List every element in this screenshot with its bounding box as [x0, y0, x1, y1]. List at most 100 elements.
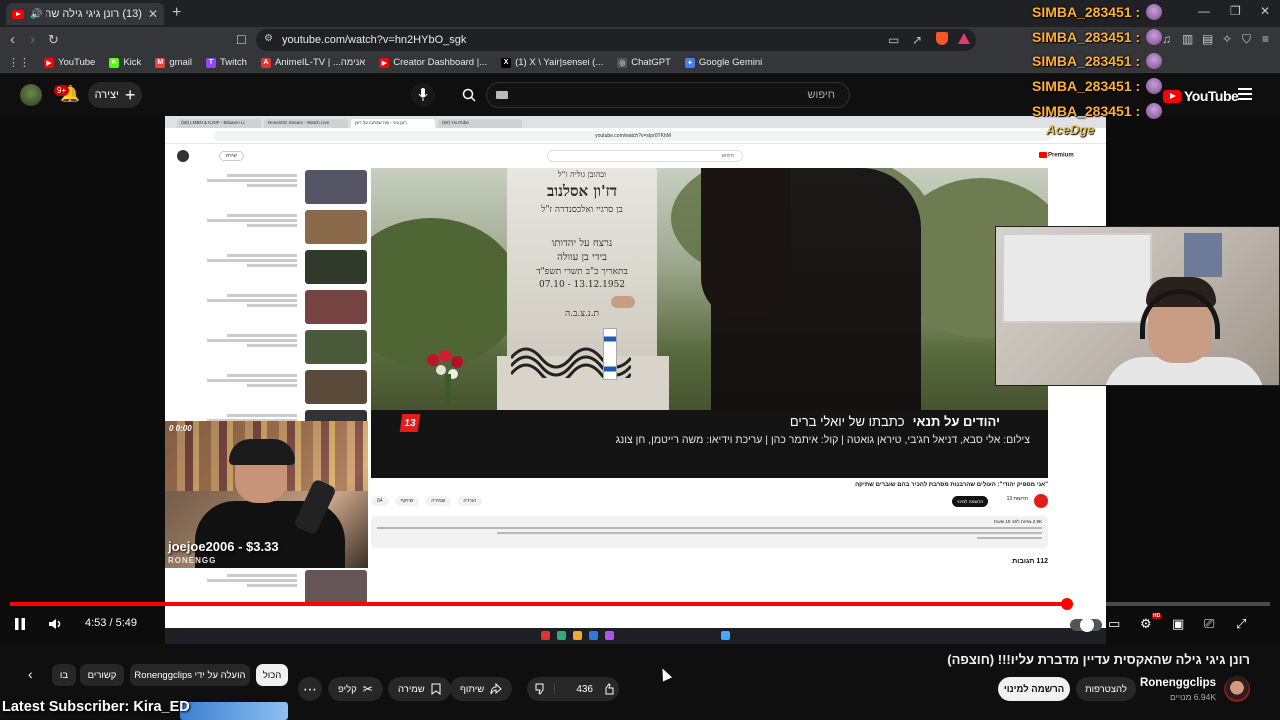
bookmark-item[interactable]: ◎ ChatGPT: [617, 57, 671, 68]
filter-chip[interactable]: קשורים: [80, 664, 124, 686]
captured-recommendation-text: [187, 292, 297, 307]
subtitles-icon[interactable]: ▭: [1108, 616, 1120, 632]
captured-tab: (99) YouTube: [438, 119, 522, 128]
bookmark-label: YouTube: [58, 57, 96, 68]
channel-avatar[interactable]: [1224, 676, 1250, 702]
search-button[interactable]: [455, 82, 483, 108]
fullscreen-icon[interactable]: ⤢: [1236, 616, 1246, 632]
captured-video: ובהובן גוליה ז"ל דז'ון אסלנוב בן סרגיי ואל…: [371, 168, 1048, 478]
time-display: 4:53 / 5:49: [85, 617, 137, 629]
filter-chip[interactable]: הועלה על ידי Ronenggclips: [130, 664, 250, 686]
captured-video-meta: "אני מספיק יהודי": העולים שהרבנות מסרבת …: [371, 482, 1048, 565]
captured-recommendation-text: [187, 372, 297, 387]
settings-gear-icon[interactable]: ⚙: [1140, 616, 1152, 632]
captured-recommendation: [175, 328, 367, 368]
captured-thumbnail: [305, 290, 367, 324]
brave-rewards-icon[interactable]: [958, 33, 970, 44]
filter-chip[interactable]: בו: [52, 664, 76, 686]
brave-shields-icon[interactable]: [936, 32, 948, 45]
captured-youtube-icon: [1039, 152, 1047, 158]
address-bar[interactable]: ⚙ youtube.com/watch?v=hn2HYbO_sgk ▭ ↗: [256, 29, 976, 51]
share-page-icon[interactable]: ↗: [912, 33, 922, 47]
mourner-hair: [701, 168, 791, 318]
bookmark-item[interactable]: ▶ YouTube: [44, 57, 95, 68]
tombstone-inscription: דז'ון אסלנוב: [547, 182, 617, 200]
chat-username: SIMBA_283451 :: [1032, 28, 1141, 45]
bookmark-label: Google Gemini: [698, 57, 763, 68]
subscribe-button[interactable]: הרשמה למינוי: [998, 677, 1070, 701]
autoplay-toggle[interactable]: [1070, 618, 1102, 632]
bookmark-item[interactable]: ✦ Google Gemini: [684, 57, 763, 68]
account-avatar[interactable]: [20, 84, 42, 106]
filter-chip[interactable]: הכול: [256, 664, 288, 686]
save-label: שמירה: [398, 683, 425, 695]
bookmark-item[interactable]: T Twitch: [206, 57, 247, 68]
progress-scrubber[interactable]: [1061, 598, 1073, 610]
bookmark-item[interactable]: A AnimeIL-TV | ...אנימה: [260, 57, 365, 68]
volume-icon: [49, 619, 61, 629]
captured-recommendation-text: [187, 572, 297, 587]
create-button[interactable]: יצירה +: [88, 82, 142, 108]
israel-flag: [603, 328, 617, 380]
tab-close-icon[interactable]: ✕: [148, 7, 158, 21]
speaker-icon[interactable]: 🔊: [30, 9, 42, 20]
donation-alert: joejoe2006 - $3.33: [168, 539, 279, 554]
chips-scroll-left-icon[interactable]: ‹: [28, 666, 33, 682]
chat-message: SIMBA_283451 :: [1032, 25, 1280, 50]
bookmark-item[interactable]: X (1) X \ Yair|sensei (...: [501, 57, 603, 68]
captured-recommendation: [175, 208, 367, 248]
join-button[interactable]: להצטרפות: [1076, 677, 1136, 701]
forward-icon[interactable]: ›: [30, 31, 35, 49]
thumbs-up-icon: [605, 683, 614, 695]
apps-grid-icon[interactable]: ⋮⋮: [8, 56, 30, 69]
chat-message: SIMBA_283451 :: [1032, 49, 1280, 74]
pause-button[interactable]: [14, 614, 26, 634]
reload-icon[interactable]: ↻: [48, 31, 59, 49]
captured-video-title: "אני מספיק יהודי": העולים שהרבנות מסרבת …: [855, 482, 1048, 488]
bookmark-item[interactable]: Mgmail: [155, 57, 192, 68]
bookmark-icon[interactable]: ☐: [236, 31, 247, 49]
clip-button[interactable]: ✂ קליפ: [328, 677, 383, 701]
tombstone: ובהובן גוליה ז"ל דז'ון אסלנוב בן סרגיי ואל…: [507, 168, 657, 358]
new-tab-icon[interactable]: +: [172, 4, 181, 22]
taskbar-app-icon: [589, 631, 598, 640]
overlay-tag: AceDge: [1046, 122, 1095, 137]
related-video-thumbnail[interactable]: [180, 702, 288, 720]
tombstone-inscription: בידי בן עוולה: [557, 252, 607, 263]
captured-search: חיפוש: [547, 150, 743, 162]
bookmark-label: ChatGPT: [631, 57, 671, 68]
dislike-button[interactable]: [527, 683, 555, 695]
site-settings-icon[interactable]: ⚙: [264, 33, 273, 44]
voice-search-button[interactable]: [411, 83, 435, 107]
back-icon[interactable]: ‹: [10, 31, 15, 49]
tombstone-inscription: נרצח על יהדותו: [551, 238, 613, 249]
bookmark-label: Kick: [123, 57, 142, 68]
taskbar-app-icon: [573, 631, 582, 640]
save-button[interactable]: שמירה: [388, 677, 451, 701]
theater-mode-icon[interactable]: ▣: [1172, 616, 1184, 632]
like-button[interactable]: [597, 683, 619, 695]
share-button[interactable]: שיתוף: [450, 677, 513, 701]
install-app-icon[interactable]: ▭: [888, 33, 899, 47]
more-actions-button[interactable]: ⋯: [298, 677, 322, 701]
captured-tab-strip: (99) LMBN & KJNF - Bilaaem Li Ronen0G Str…: [165, 116, 1106, 128]
cast-icon[interactable]: ⎚: [1204, 616, 1214, 632]
captured-recommendation: [175, 248, 367, 288]
bookmark-item[interactable]: K Kick: [109, 57, 141, 68]
bookmark-favicon-icon: ▶: [379, 57, 390, 68]
channel-name[interactable]: Ronenggclips: [1140, 677, 1216, 689]
captured-subscribe-button: הרשמה למינוי: [952, 496, 988, 507]
browser-tab-active[interactable]: 🔊 (13) רונן גיגי גילה שהאקסית ע ✕: [6, 3, 164, 25]
bookmark-favicon-icon: ▶: [44, 57, 54, 68]
thumbs-down-icon: [535, 683, 543, 695]
clip-label: קליפ: [338, 683, 357, 695]
volume-button[interactable]: [48, 614, 64, 634]
captured-masthead: יצירה חיפוש Premium: [165, 144, 1106, 168]
flowers: [427, 350, 463, 408]
search-input[interactable]: חיפוש: [486, 82, 850, 108]
streamer-cap: [229, 439, 295, 465]
share-label: שיתוף: [460, 683, 485, 695]
bookmark-favicon-icon: T: [206, 57, 216, 68]
bookmark-item[interactable]: ▶ Creator Dashboard |...: [379, 57, 487, 68]
keyboard-icon[interactable]: [496, 91, 508, 99]
